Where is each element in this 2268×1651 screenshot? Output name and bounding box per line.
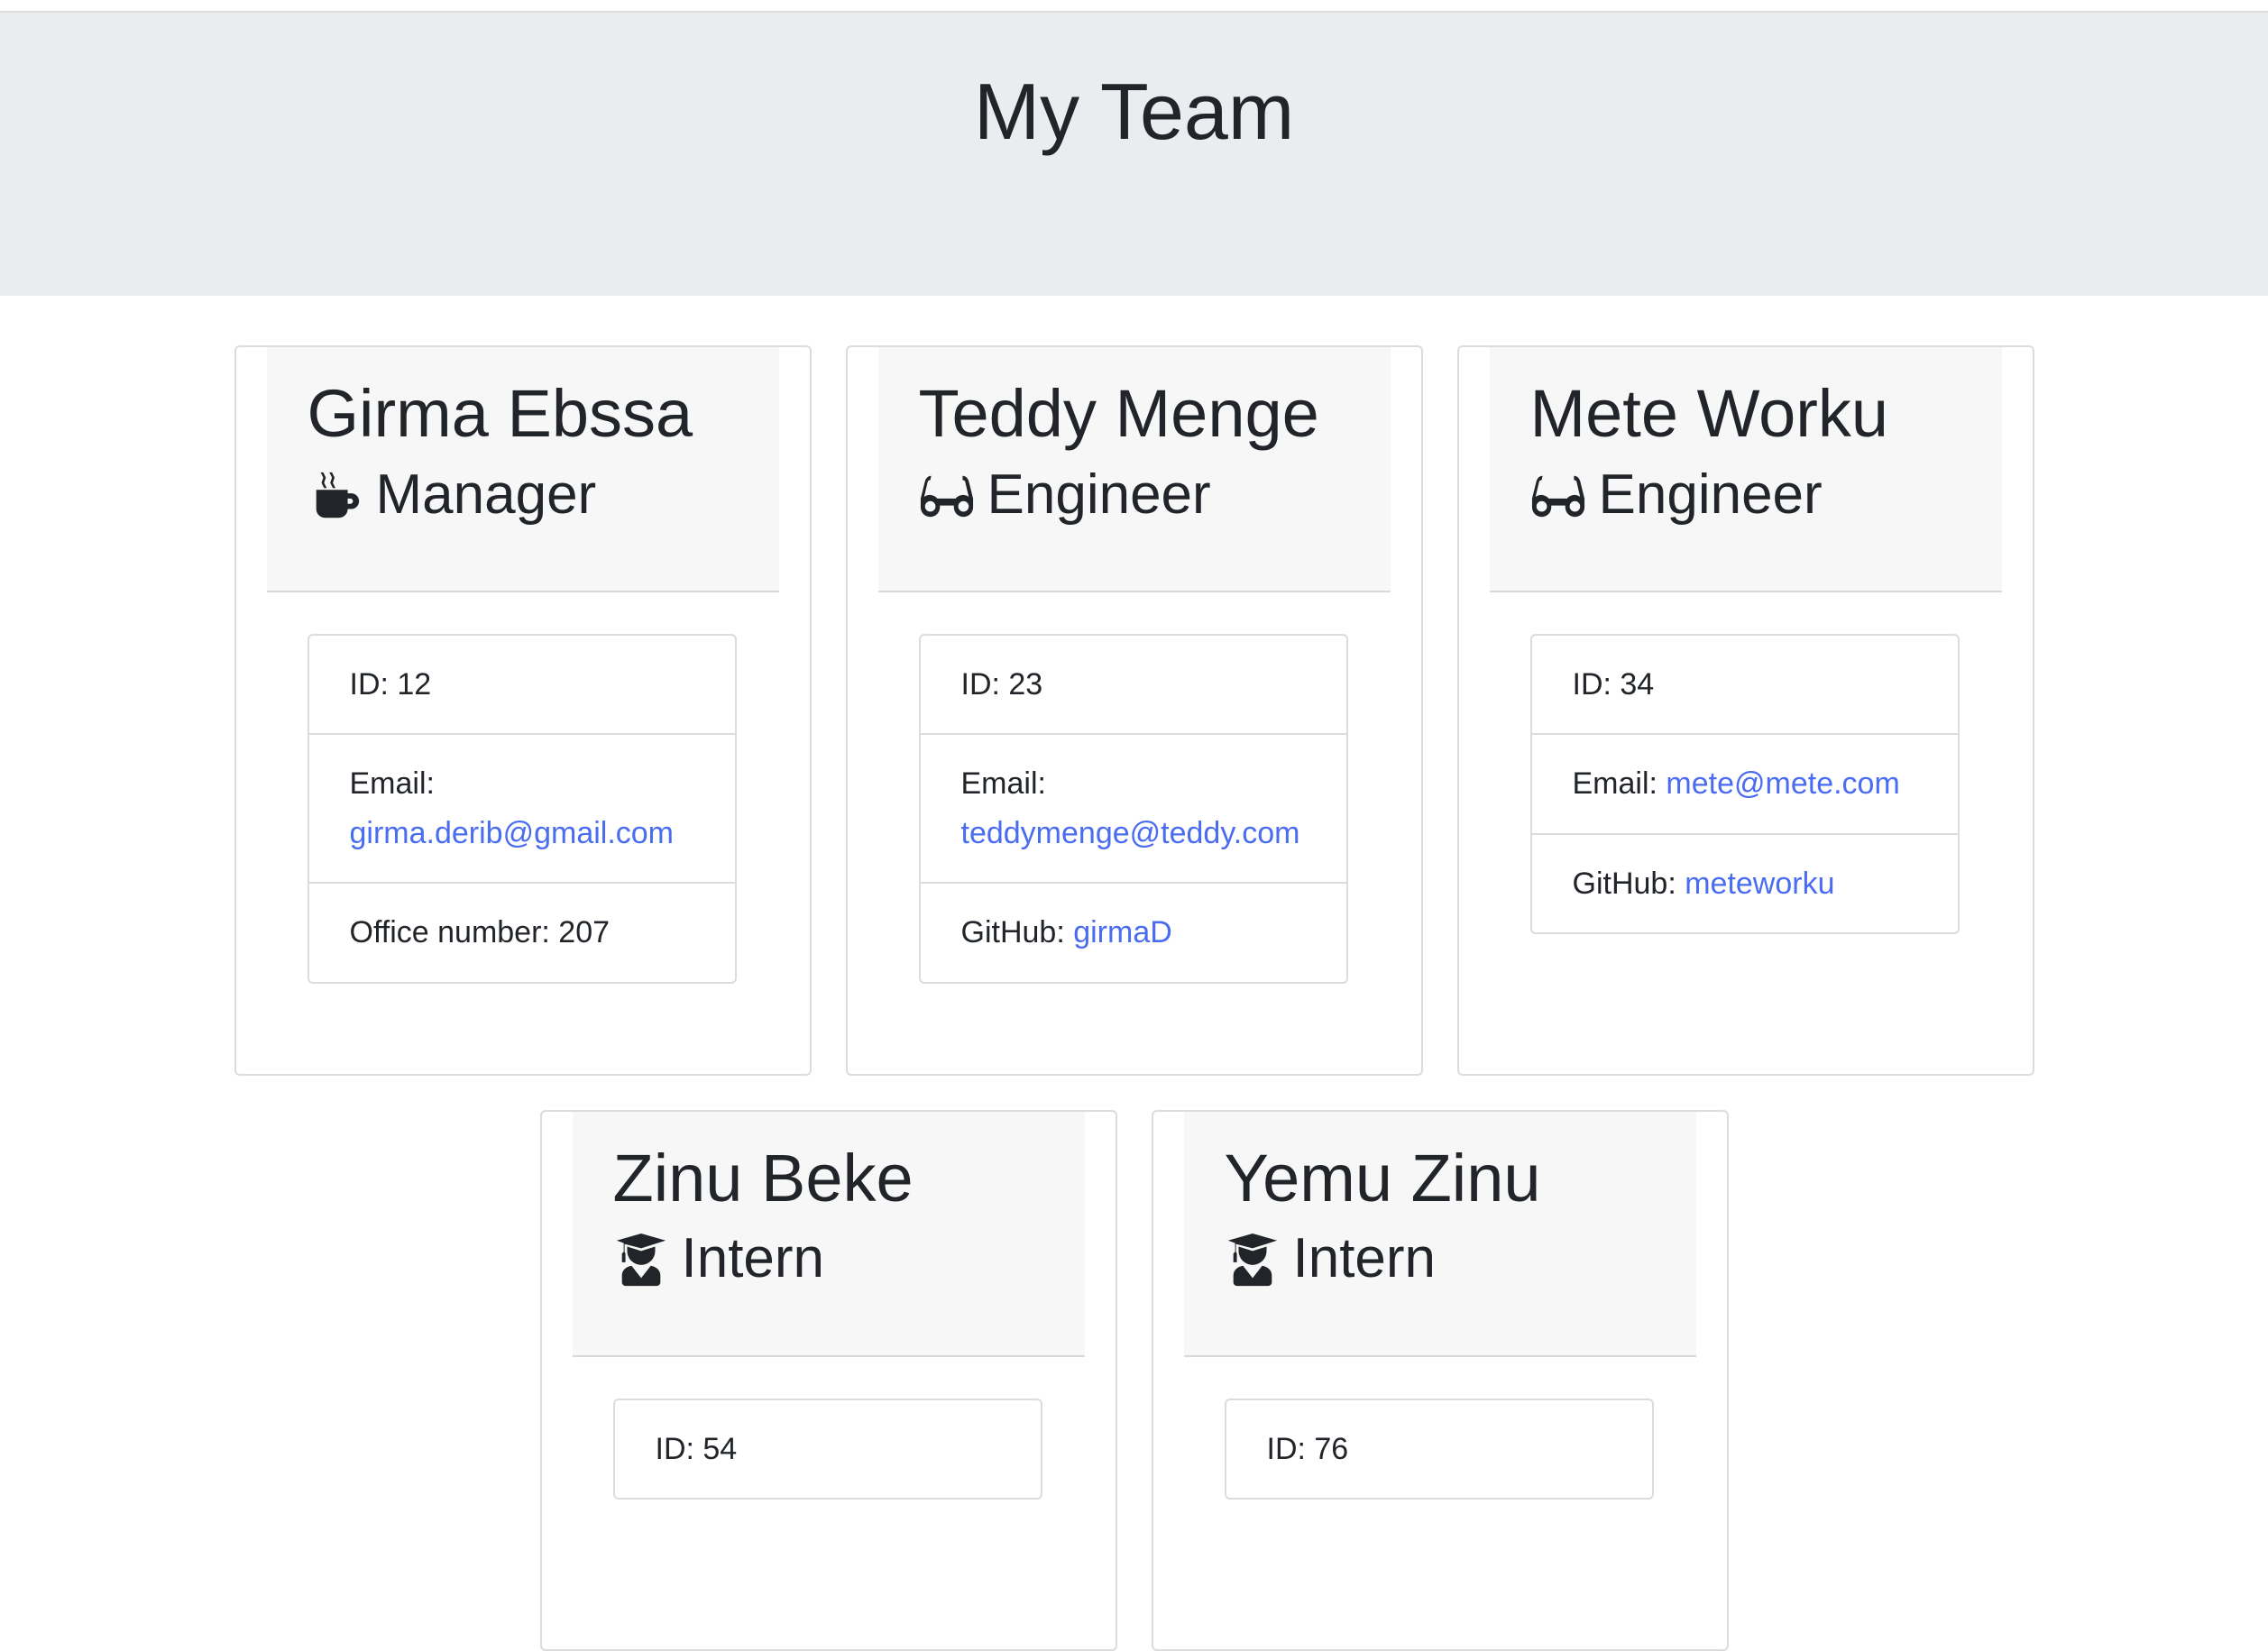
card-header: Girma Ebssa Manager xyxy=(266,347,779,592)
glasses-icon xyxy=(1530,467,1586,523)
mug-hot-icon xyxy=(308,467,363,523)
email-item: Email: teddymenge@teddy.com xyxy=(920,733,1346,882)
email-link[interactable]: mete@mete.com xyxy=(1666,766,1899,801)
employee-card: Zinu Beke Intern ID: 54 xyxy=(539,1109,1117,1651)
id-item: ID: 12 xyxy=(349,667,432,702)
email-link[interactable]: girma.derib@gmail.com xyxy=(350,816,675,850)
email-label: Email: xyxy=(349,766,435,802)
employee-role: Intern xyxy=(613,1225,1085,1292)
employee-name: Teddy Menge xyxy=(918,376,1319,451)
employee-name: Girma Ebssa xyxy=(307,376,693,451)
id-item: ID: 76 xyxy=(1266,1431,1349,1466)
card-header: Zinu Beke Intern xyxy=(572,1111,1085,1357)
glasses-icon xyxy=(919,467,975,523)
id-item: ID: 34 xyxy=(1572,667,1655,702)
employee-card: Mete Worku Engineer ID: 34 Email: mete@m… xyxy=(1456,345,2034,1076)
github-item: GitHub: girmaD xyxy=(920,882,1346,981)
github-label: GitHub: xyxy=(960,915,1065,950)
employee-role: Intern xyxy=(1225,1225,1696,1292)
card-header: Teddy Menge Engineer xyxy=(877,347,1391,592)
cards-row: Zinu Beke Intern ID: 54 Yemu Zinu Intern… xyxy=(0,1109,2268,1651)
top-border xyxy=(0,0,2268,13)
info-list: ID: 76 xyxy=(1224,1398,1654,1500)
employee-role: Engineer xyxy=(1530,462,2002,528)
info-list: ID: 54 xyxy=(612,1398,1042,1500)
page-header: My Team xyxy=(0,13,2268,296)
employee-name: Yemu Zinu xyxy=(1224,1140,1541,1215)
github-link[interactable]: girmaD xyxy=(1073,915,1172,949)
employee-card: Teddy Menge Engineer ID: 23 Email: teddym… xyxy=(845,345,1423,1076)
info-list: ID: 12 Email: girma.derib@gmail.com Offic… xyxy=(307,634,737,984)
card-header: Mete Worku Engineer xyxy=(1489,347,2002,592)
email-link[interactable]: teddymenge@teddy.com xyxy=(961,816,1300,850)
employee-role: Manager xyxy=(308,462,779,528)
id-item: ID: 23 xyxy=(960,667,1043,702)
role-label: Intern xyxy=(681,1227,825,1290)
role-label: Intern xyxy=(1292,1227,1437,1290)
info-list: ID: 23 Email: teddymenge@teddy.com GitHub… xyxy=(918,634,1348,984)
id-item: ID: 54 xyxy=(655,1431,738,1466)
employee-card: Yemu Zinu Intern ID: 76 xyxy=(1151,1109,1729,1651)
email-label: Email: xyxy=(960,766,1046,802)
email-item: Email: mete@mete.com xyxy=(1531,733,1958,832)
github-label: GitHub: xyxy=(1572,866,1676,901)
card-header: Yemu Zinu Intern xyxy=(1183,1111,1696,1357)
info-list: ID: 34 Email: mete@mete.com GitHub: mete… xyxy=(1529,634,1960,935)
employee-role: Engineer xyxy=(919,462,1391,528)
role-label: Engineer xyxy=(1598,463,1823,526)
user-graduate-icon xyxy=(613,1232,669,1288)
user-graduate-icon xyxy=(1225,1232,1281,1288)
github-item: GitHub: meteworku xyxy=(1531,832,1958,932)
email-label: Email: xyxy=(1572,766,1657,802)
employee-name: Zinu Beke xyxy=(612,1140,914,1215)
page-title: My Team xyxy=(973,67,1295,156)
cards-row: Girma Ebssa Manager ID: 12 Email: girma.d… xyxy=(0,345,2268,1076)
email-item: Email: girma.derib@gmail.com xyxy=(308,733,735,882)
office-number-item: Office number: 207 xyxy=(308,882,735,981)
github-link[interactable]: meteworku xyxy=(1685,867,1834,901)
employee-name: Mete Worku xyxy=(1529,376,1889,451)
role-label: Engineer xyxy=(987,463,1211,526)
employee-card: Girma Ebssa Manager ID: 12 Email: girma.d… xyxy=(234,345,812,1076)
role-label: Manager xyxy=(375,463,597,526)
